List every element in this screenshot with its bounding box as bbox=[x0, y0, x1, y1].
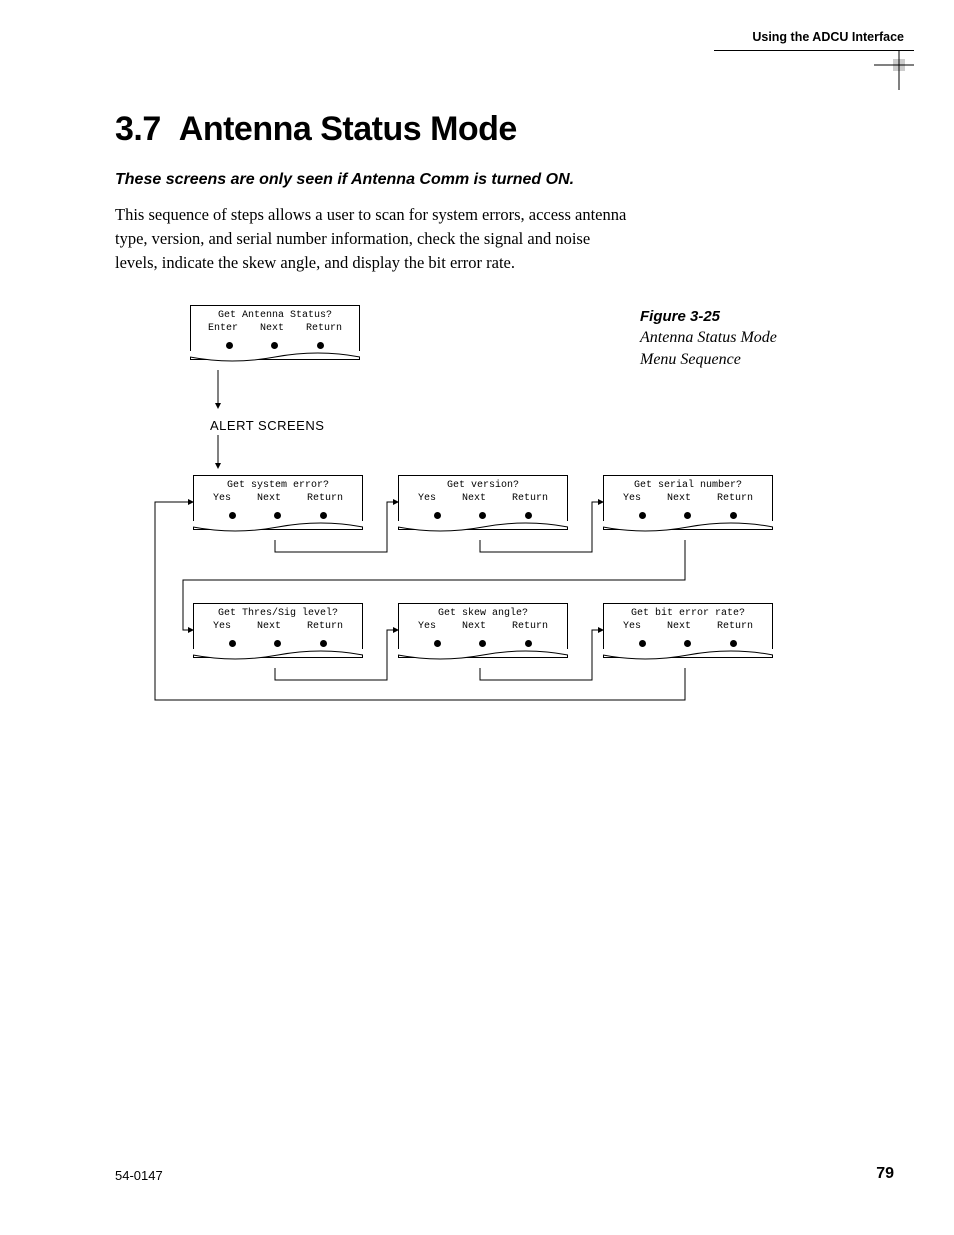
dot-icon bbox=[479, 512, 486, 519]
menu-option: Return bbox=[717, 621, 753, 632]
menu-box-row2-1: Get skew angle? Yes Next Return bbox=[398, 603, 568, 658]
dot-icon bbox=[525, 640, 532, 647]
menu-option: Next bbox=[667, 621, 691, 632]
menu-option: Next bbox=[257, 493, 281, 504]
dot-icon bbox=[229, 512, 236, 519]
dot-icon bbox=[274, 512, 281, 519]
crop-mark-icon bbox=[874, 50, 914, 90]
menu-option: Enter bbox=[208, 323, 238, 334]
dot-icon bbox=[271, 342, 278, 349]
dot-icon bbox=[639, 640, 646, 647]
dot-icon bbox=[639, 512, 646, 519]
menu-title: Get version? bbox=[399, 480, 567, 491]
dot-icon bbox=[229, 640, 236, 647]
menu-option: Yes bbox=[623, 493, 641, 504]
page-number: 79 bbox=[876, 1165, 894, 1183]
section-body: This sequence of steps allows a user to … bbox=[115, 203, 635, 275]
menu-title: Get Antenna Status? bbox=[191, 310, 359, 321]
menu-option: Yes bbox=[623, 621, 641, 632]
dot-icon bbox=[730, 640, 737, 647]
menu-box-row2-2: Get bit error rate? Yes Next Return bbox=[603, 603, 773, 658]
running-head: Using the ADCU Interface bbox=[714, 30, 914, 51]
menu-option: Next bbox=[462, 493, 486, 504]
menu-title: Get skew angle? bbox=[399, 608, 567, 619]
menu-option: Next bbox=[462, 621, 486, 632]
doc-id: 54-0147 bbox=[115, 1168, 163, 1183]
menu-option: Next bbox=[667, 493, 691, 504]
menu-title: Get Thres/Sig level? bbox=[194, 608, 362, 619]
dot-icon bbox=[320, 512, 327, 519]
menu-option: Next bbox=[257, 621, 281, 632]
menu-option: Yes bbox=[418, 493, 436, 504]
menu-option: Return bbox=[306, 323, 342, 334]
dot-icon bbox=[684, 640, 691, 647]
dot-icon bbox=[434, 640, 441, 647]
menu-option: Return bbox=[512, 493, 548, 504]
dot-icon bbox=[320, 640, 327, 647]
section-heading: 3.7 Antenna Status Mode bbox=[115, 110, 835, 149]
menu-option: Yes bbox=[213, 493, 231, 504]
dot-icon bbox=[479, 640, 486, 647]
section-subheading: These screens are only seen if Antenna C… bbox=[115, 171, 835, 189]
menu-box-top: Get Antenna Status? Enter Next Return bbox=[190, 305, 360, 360]
dot-icon bbox=[317, 342, 324, 349]
menu-box-row1-0: Get system error? Yes Next Return bbox=[193, 475, 363, 530]
menu-option: Return bbox=[512, 621, 548, 632]
menu-option: Return bbox=[717, 493, 753, 504]
section-title-text: Antenna Status Mode bbox=[179, 110, 517, 148]
menu-title: Get system error? bbox=[194, 480, 362, 491]
menu-option: Yes bbox=[418, 621, 436, 632]
menu-box-row1-1: Get version? Yes Next Return bbox=[398, 475, 568, 530]
menu-option: Return bbox=[307, 621, 343, 632]
figure-diagram: Figure 3-25 Antenna Status Mode Menu Seq… bbox=[115, 300, 875, 720]
menu-title: Get serial number? bbox=[604, 480, 772, 491]
menu-box-row1-2: Get serial number? Yes Next Return bbox=[603, 475, 773, 530]
dot-icon bbox=[525, 512, 532, 519]
menu-option: Return bbox=[307, 493, 343, 504]
menu-box-row2-0: Get Thres/Sig level? Yes Next Return bbox=[193, 603, 363, 658]
dot-icon bbox=[226, 342, 233, 349]
menu-title: Get bit error rate? bbox=[604, 608, 772, 619]
menu-option: Next bbox=[260, 323, 284, 334]
dot-icon bbox=[684, 512, 691, 519]
menu-option: Yes bbox=[213, 621, 231, 632]
section-number: 3.7 bbox=[115, 110, 161, 148]
dot-icon bbox=[434, 512, 441, 519]
alert-screens-label: ALERT SCREENS bbox=[210, 418, 324, 433]
dot-icon bbox=[730, 512, 737, 519]
dot-icon bbox=[274, 640, 281, 647]
